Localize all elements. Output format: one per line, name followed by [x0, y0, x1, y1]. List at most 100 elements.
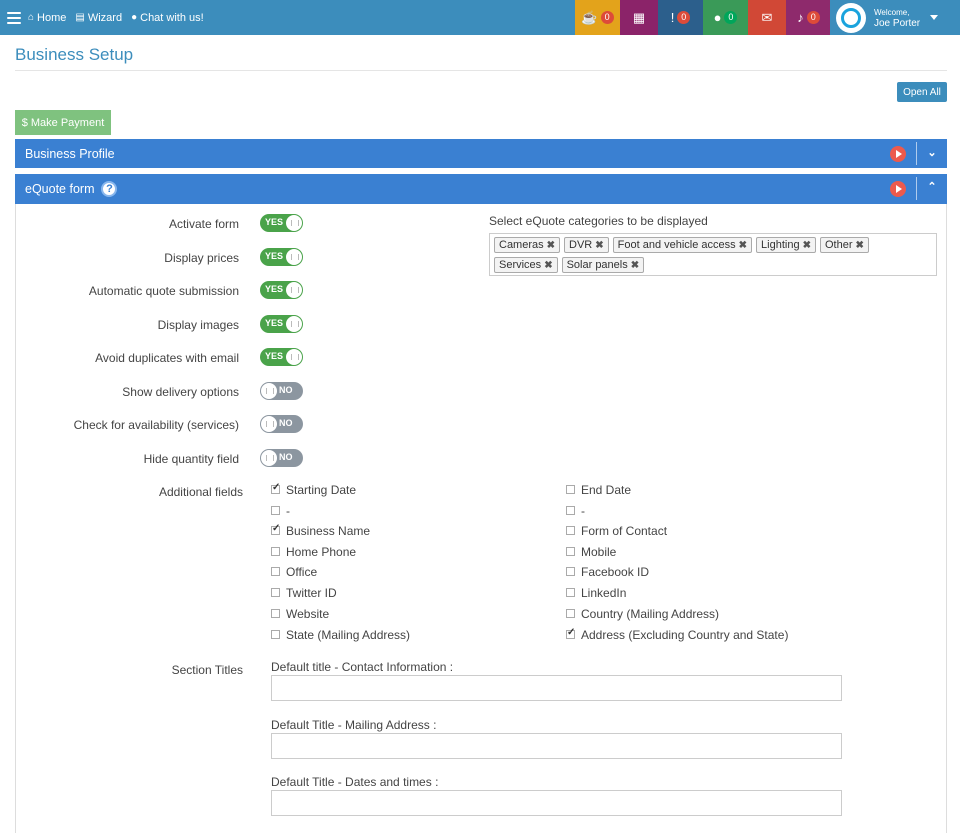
field-checkbox-label: Country (Mailing Address) [581, 607, 720, 621]
setting-toggle[interactable]: NO [260, 415, 303, 433]
setting-toggle[interactable]: NO [260, 449, 303, 467]
nav-chat-label: Chat with us! [140, 11, 204, 24]
remove-chip-icon[interactable]: ✖ [739, 240, 747, 251]
calendar-icon: ▦ [632, 9, 646, 25]
field-checkbox[interactable] [271, 506, 280, 515]
nav-home-link[interactable]: ⌂ Home [28, 12, 66, 24]
count-badge: 0 [806, 11, 820, 24]
additional-fields-label: Additional fields [158, 485, 243, 499]
field-checkbox[interactable] [566, 547, 575, 556]
field-checkbox[interactable] [566, 588, 575, 597]
category-chip-label: Lighting [761, 239, 800, 251]
category-chip-label: Other [824, 239, 853, 251]
section-title-input[interactable] [271, 790, 842, 816]
caret-down-icon [930, 15, 939, 20]
nav-chat-link[interactable]: ● Chat with us! [131, 12, 204, 24]
toggle-state-label: YES [265, 251, 284, 261]
field-checkbox[interactable] [271, 588, 280, 597]
category-chip-label: Cameras [499, 239, 544, 251]
setting-label: Check for availability (services) [73, 418, 239, 432]
field-checkbox[interactable] [271, 523, 280, 535]
help-icon[interactable]: ? [101, 181, 118, 197]
notification-tiles: ☕ 0 ▦! 0 ● 0 ✉ ♪ 0 [575, 0, 831, 35]
setting-toggle[interactable]: YES [260, 315, 303, 333]
field-checkbox-label: Office [286, 565, 318, 579]
field-checkbox[interactable] [271, 482, 280, 494]
tile-alert[interactable]: ! 0 [658, 0, 703, 35]
setting-label: Show delivery options [122, 385, 239, 399]
field-checkbox-label: End Date [581, 483, 632, 497]
business-profile-panel-header[interactable]: Business Profile ⌄ [15, 139, 947, 168]
remove-chip-icon[interactable]: ✖ [547, 240, 555, 251]
setting-toggle[interactable]: NO [260, 382, 303, 400]
field-checkbox[interactable] [566, 506, 575, 515]
field-checkbox[interactable] [566, 567, 575, 576]
title-divider [15, 70, 947, 71]
lightbulb-icon: ☕ [581, 9, 598, 25]
nav-wizard-link[interactable]: ▤ Wizard [75, 12, 122, 24]
welcome-text: Welcome, Joe Porter [874, 7, 920, 29]
field-checkbox[interactable] [271, 609, 280, 618]
chevron-up-icon[interactable]: ⌃ [927, 182, 937, 193]
categories-label: Select eQuote categories to be displayed [489, 214, 708, 228]
categories-multiselect[interactable]: Cameras ✖ DVR ✖ Foot and vehicle access ✖ Ligh… [489, 233, 937, 276]
field-checkbox[interactable] [271, 547, 280, 556]
toggle-knob [261, 383, 277, 399]
video-play-icon[interactable] [890, 146, 906, 162]
tile-comment[interactable]: ● 0 [703, 0, 748, 35]
setting-toggle[interactable]: YES [260, 214, 303, 232]
user-name: Joe Porter [874, 17, 921, 29]
field-checkbox-label: Website [286, 607, 330, 621]
toggle-state-label: NO [279, 452, 293, 462]
field-checkbox[interactable] [271, 567, 280, 576]
field-checkbox[interactable] [566, 609, 575, 618]
category-chip-label: Foot and vehicle access [617, 239, 736, 251]
tile-envelope[interactable]: ✉ [748, 0, 786, 35]
field-checkbox-label: Form of Contact [581, 524, 668, 538]
remove-chip-icon[interactable]: ✖ [595, 240, 603, 251]
field-checkbox-label: Home Phone [286, 545, 357, 559]
field-checkbox[interactable] [566, 627, 575, 639]
open-all-button[interactable]: Open All [897, 82, 947, 102]
setting-label: Display images [157, 318, 239, 332]
category-chip: DVR ✖ [564, 237, 609, 253]
field-checkbox-label: State (Mailing Address) [286, 628, 411, 642]
setting-toggle[interactable]: YES [260, 281, 303, 299]
field-checkbox[interactable] [566, 526, 575, 535]
remove-chip-icon[interactable]: ✖ [803, 240, 811, 251]
make-payment-button[interactable]: $ Make Payment [15, 110, 111, 135]
remove-chip-icon[interactable]: ✖ [631, 260, 639, 271]
setting-toggle[interactable]: YES [260, 348, 303, 366]
setting-toggle[interactable]: YES [260, 248, 303, 266]
toggle-knob [286, 349, 302, 365]
comment-icon: ● [713, 10, 722, 25]
toggle-knob [286, 316, 302, 332]
category-chip: Cameras ✖ [494, 237, 561, 253]
toggle-state-label: YES [265, 284, 284, 294]
home-icon: ⌂ [28, 12, 35, 23]
video-play-icon[interactable] [890, 181, 906, 197]
tile-bell[interactable]: ♪ 0 [786, 0, 831, 35]
remove-chip-icon[interactable]: ✖ [856, 240, 864, 251]
field-checkbox[interactable] [271, 630, 280, 639]
user-menu[interactable]: Welcome, Joe Porter [830, 0, 947, 35]
tile-lightbulb[interactable]: ☕ 0 [575, 0, 620, 35]
field-checkbox[interactable] [566, 485, 575, 494]
category-chip-label: Services [499, 259, 542, 271]
tile-calendar[interactable]: ▦ [620, 0, 658, 35]
section-title-input[interactable] [271, 675, 842, 701]
toggle-state-label: YES [265, 318, 284, 328]
toggle-knob [261, 416, 277, 432]
field-checkbox-label: Mobile [581, 545, 617, 559]
chevron-down-icon[interactable]: ⌄ [927, 148, 937, 159]
toggle-state-label: NO [279, 385, 293, 395]
setting-label: Hide quantity field [143, 452, 239, 466]
section-title-input[interactable] [271, 733, 842, 759]
equote-form-panel-header[interactable]: eQuote form ? ⌃ [15, 174, 947, 204]
category-chip: Other ✖ [819, 237, 869, 253]
hamburger-menu-icon[interactable] [7, 11, 21, 24]
nav-wizard-label: Wizard [87, 11, 123, 24]
remove-chip-icon[interactable]: ✖ [544, 260, 552, 271]
toggle-knob [286, 215, 302, 231]
section-title-label: Default Title - Dates and times : [271, 775, 439, 789]
